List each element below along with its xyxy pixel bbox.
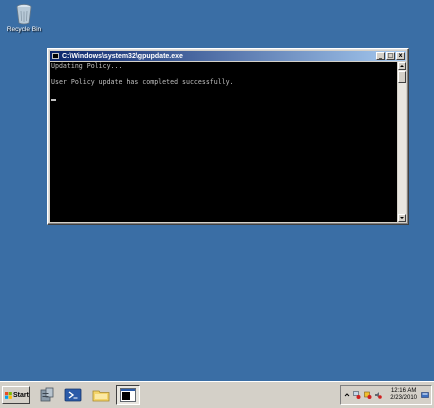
minimize-button[interactable]: _ — [376, 52, 385, 60]
taskbar: Start 12:16 AM 2/23/2010 — [0, 381, 434, 408]
input-language-icon[interactable] — [421, 391, 429, 399]
console-window[interactable]: C:\Windows\system32\gpupdate.exe _ □ x U… — [47, 48, 409, 225]
start-label: Start — [13, 391, 29, 399]
server-manager-icon[interactable] — [38, 386, 56, 404]
clock-date: 2/23/2010 — [390, 395, 417, 401]
clock-time: 12:16 AM — [390, 388, 417, 394]
system-tray: 12:16 AM 2/23/2010 — [340, 385, 432, 405]
explorer-folder-icon[interactable] — [92, 386, 110, 404]
start-button[interactable]: Start — [2, 386, 30, 404]
scroll-down-button[interactable] — [398, 214, 406, 222]
security-alert-icon[interactable] — [364, 391, 372, 399]
maximize-button[interactable]: □ — [386, 52, 395, 60]
scroll-up-button[interactable] — [398, 62, 406, 70]
text-cursor — [51, 99, 56, 101]
close-button[interactable]: x — [396, 52, 405, 60]
console-line: Updating Policy... — [51, 62, 123, 70]
arrow-down-icon — [400, 217, 404, 219]
recycle-bin-icon — [16, 4, 32, 25]
powershell-icon[interactable] — [64, 386, 82, 404]
console-output[interactable]: Updating Policy... User Policy update ha… — [50, 62, 397, 222]
window-title: C:\Windows\system32\gpupdate.exe — [62, 52, 183, 60]
console-window-icon — [120, 388, 136, 402]
window-titlebar[interactable]: C:\Windows\system32\gpupdate.exe _ □ x — [50, 51, 406, 61]
console-line: User Policy update has completed success… — [51, 78, 234, 86]
taskbar-item-console[interactable] — [116, 385, 140, 405]
show-hidden-icons-chevron-icon[interactable] — [343, 391, 351, 399]
volume-muted-icon[interactable] — [374, 391, 382, 399]
network-icon[interactable] — [353, 391, 361, 399]
arrow-up-icon — [400, 65, 404, 67]
recycle-bin[interactable]: Recycle Bin — [4, 3, 44, 33]
vertical-scrollbar[interactable] — [398, 62, 406, 222]
console-app-icon — [52, 53, 59, 59]
recycle-bin-label: Recycle Bin — [6, 26, 42, 33]
clock[interactable]: 12:16 AM 2/23/2010 — [390, 388, 417, 402]
windows-flag-icon — [5, 391, 12, 399]
scrollbar-thumb[interactable] — [398, 71, 406, 83]
